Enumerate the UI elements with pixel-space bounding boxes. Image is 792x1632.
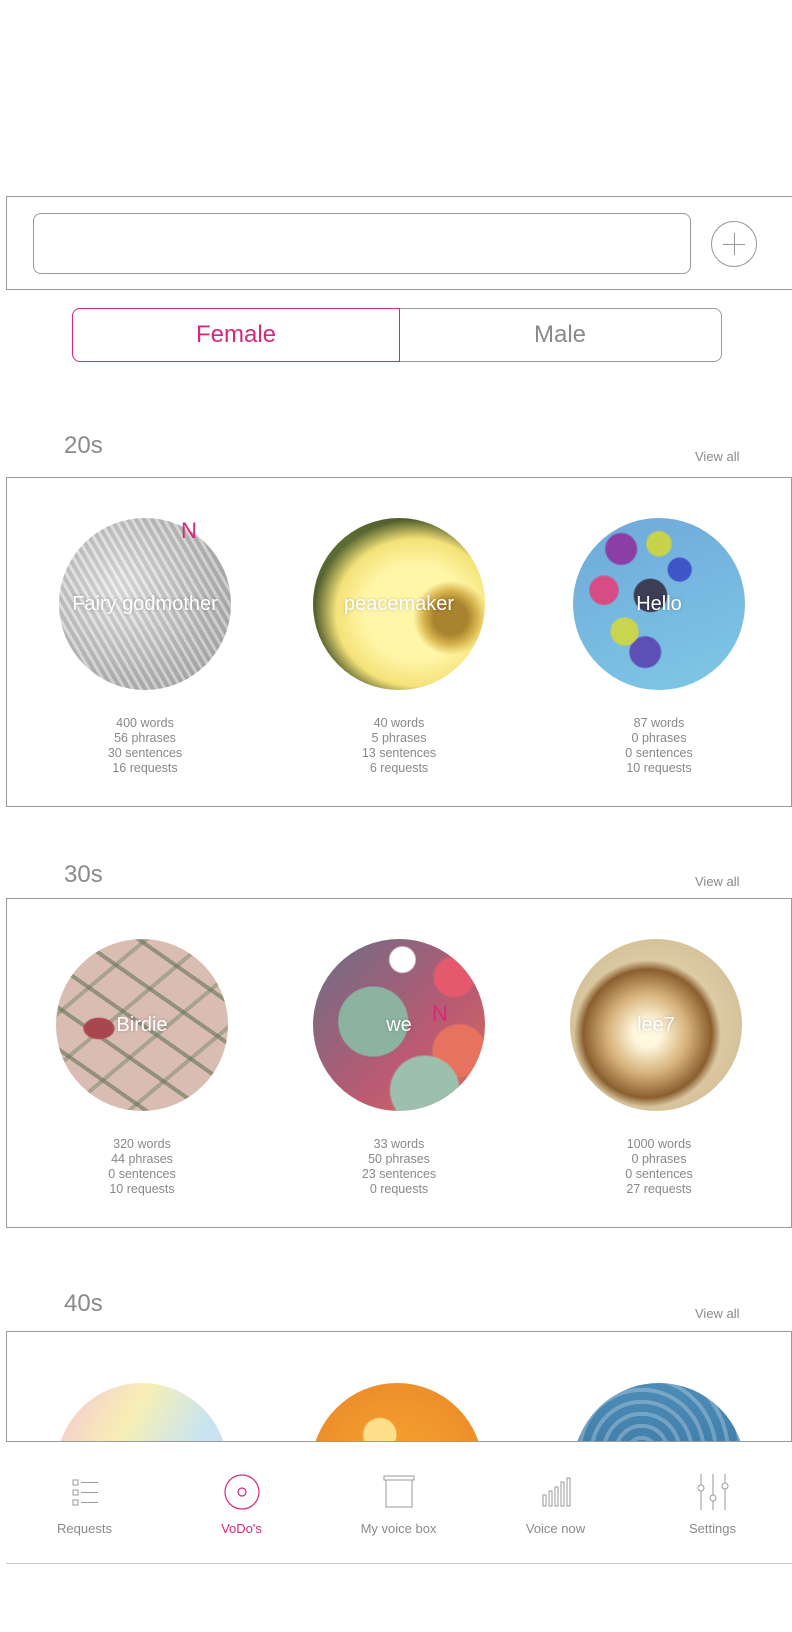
voice-stats: 1000 words 0 phrases 0 sentences 27 requ… bbox=[539, 1137, 779, 1197]
voice-stats: 400 words 56 phrases 30 sentences 16 req… bbox=[25, 716, 265, 776]
voice-name: Fairy godmother bbox=[72, 593, 218, 615]
tab-vodos[interactable]: VoDo's bbox=[163, 1442, 320, 1564]
voice-image-yellow-flower[interactable]: peacemaker bbox=[313, 518, 485, 690]
voice-name: Hello bbox=[636, 593, 682, 615]
voice-image-paper-lanterns[interactable]: we bbox=[313, 939, 485, 1111]
voices-panel-40s bbox=[6, 1331, 792, 1441]
word-count: 33 words bbox=[373, 1137, 425, 1151]
voices-panel-20s: Fairy godmother N 400 words 56 phrases 3… bbox=[6, 477, 792, 807]
tab-requests[interactable]: Requests bbox=[6, 1442, 163, 1564]
view-all-20s-link[interactable]: View all bbox=[695, 449, 740, 464]
voice-image-glass-heart[interactable]: lee7 bbox=[570, 939, 742, 1111]
tab-my-voice-box[interactable]: My voice box bbox=[320, 1442, 477, 1564]
tab-label: Voice now bbox=[525, 1521, 586, 1536]
search-input[interactable] bbox=[33, 213, 691, 274]
tab-label: Settings bbox=[689, 1521, 736, 1536]
sentence-count: 23 sentences bbox=[361, 1167, 437, 1181]
voice-card[interactable] bbox=[277, 1332, 517, 1441]
voice-stats: 40 words 5 phrases 13 sentences 6 reques… bbox=[279, 716, 519, 776]
voice-card-lee7[interactable]: lee7 1000 words 0 phrases 0 sentences 27… bbox=[539, 899, 779, 1227]
sentence-count: 0 sentences bbox=[108, 1167, 176, 1181]
view-all-30s-link[interactable]: View all bbox=[695, 874, 740, 889]
voice-stats: 320 words 44 phrases 0 sentences 10 requ… bbox=[22, 1137, 262, 1197]
phrase-count: 0 phrases bbox=[631, 731, 687, 745]
tab-settings[interactable]: Settings bbox=[634, 1442, 791, 1564]
voice-card-fairy-godmother[interactable]: Fairy godmother N 400 words 56 phrases 3… bbox=[25, 478, 265, 806]
voice-card[interactable] bbox=[22, 1332, 262, 1441]
word-count: 400 words bbox=[116, 716, 174, 730]
voice-card-hello[interactable]: Hello 87 words 0 phrases 0 sentences 10 … bbox=[539, 478, 779, 806]
tab-label: Requests bbox=[57, 1521, 112, 1536]
new-badge: N bbox=[432, 1001, 448, 1026]
phrase-count: 5 phrases bbox=[371, 731, 427, 745]
tab-voice-now[interactable]: Voice now bbox=[477, 1442, 634, 1564]
target-icon bbox=[223, 1474, 260, 1510]
voice-image-knitted-wool[interactable]: Fairy godmother bbox=[59, 518, 231, 690]
tab-label: My voice box bbox=[360, 1521, 437, 1536]
request-count: 16 requests bbox=[112, 761, 178, 775]
voice-image-pastel-prism[interactable] bbox=[56, 1383, 228, 1441]
voice-name: Birdie bbox=[116, 1014, 168, 1036]
voice-image-bird-wallpaper[interactable]: Birdie bbox=[56, 939, 228, 1111]
word-count: 87 words bbox=[633, 716, 685, 730]
add-button[interactable] bbox=[711, 221, 757, 267]
sentence-count: 30 sentences bbox=[107, 746, 183, 760]
sentence-count: 0 sentences bbox=[625, 746, 693, 760]
voice-name: we bbox=[386, 1014, 412, 1036]
phrase-count: 50 phrases bbox=[368, 1152, 430, 1166]
request-count: 27 requests bbox=[626, 1182, 692, 1196]
voice-card-we[interactable]: we N 33 words 50 phrases 23 sentences 0 … bbox=[279, 899, 519, 1227]
voice-card-birdie[interactable]: Birdie 320 words 44 phrases 0 sentences … bbox=[22, 899, 262, 1227]
request-count: 0 requests bbox=[369, 1182, 429, 1196]
voice-stats: 87 words 0 phrases 0 sentences 10 reques… bbox=[539, 716, 779, 776]
tab-bar-divider bbox=[6, 1563, 792, 1564]
box-icon bbox=[383, 1475, 414, 1508]
voice-stats: 33 words 50 phrases 23 sentences 0 reque… bbox=[279, 1137, 519, 1197]
voice-name: lee7 bbox=[637, 1014, 675, 1036]
sentence-count: 13 sentences bbox=[361, 746, 437, 760]
section-title-20s: 20s bbox=[64, 432, 103, 459]
view-all-40s-link[interactable]: View all bbox=[695, 1306, 740, 1321]
bottom-tab-bar: Requests VoDo's My voice box Voice now S… bbox=[6, 1441, 792, 1565]
sound-bars-icon bbox=[542, 1477, 570, 1507]
search-bar bbox=[6, 196, 792, 290]
sliders-icon bbox=[697, 1474, 728, 1510]
voice-image-balloons[interactable]: Hello bbox=[573, 518, 745, 690]
female-toggle-button[interactable]: Female bbox=[72, 308, 400, 362]
sentence-count: 0 sentences bbox=[625, 1167, 693, 1181]
request-count: 6 requests bbox=[369, 761, 429, 775]
request-count: 10 requests bbox=[626, 761, 692, 775]
phrase-count: 44 phrases bbox=[111, 1152, 173, 1166]
male-toggle-button[interactable]: Male bbox=[399, 308, 722, 362]
phrase-count: 56 phrases bbox=[114, 731, 176, 745]
voice-image-water-surface[interactable] bbox=[573, 1383, 745, 1441]
section-title-40s: 40s bbox=[64, 1290, 103, 1317]
word-count: 40 words bbox=[373, 716, 425, 730]
section-title-30s: 30s bbox=[64, 861, 103, 888]
voice-card[interactable] bbox=[539, 1332, 779, 1441]
list-icon bbox=[72, 1479, 98, 1506]
voice-card-peacemaker[interactable]: peacemaker 40 words 5 phrases 13 sentenc… bbox=[279, 478, 519, 806]
phrase-count: 0 phrases bbox=[631, 1152, 687, 1166]
voice-image-orange-bokeh[interactable] bbox=[311, 1383, 483, 1441]
word-count: 320 words bbox=[113, 1137, 171, 1151]
request-count: 10 requests bbox=[109, 1182, 175, 1196]
new-badge: N bbox=[181, 518, 197, 543]
word-count: 1000 words bbox=[626, 1137, 692, 1151]
voice-name: peacemaker bbox=[343, 593, 455, 615]
voices-panel-30s: Birdie 320 words 44 phrases 0 sentences … bbox=[6, 898, 792, 1228]
tab-label: VoDo's bbox=[221, 1521, 262, 1536]
gender-toggle: Female Male bbox=[72, 308, 722, 362]
